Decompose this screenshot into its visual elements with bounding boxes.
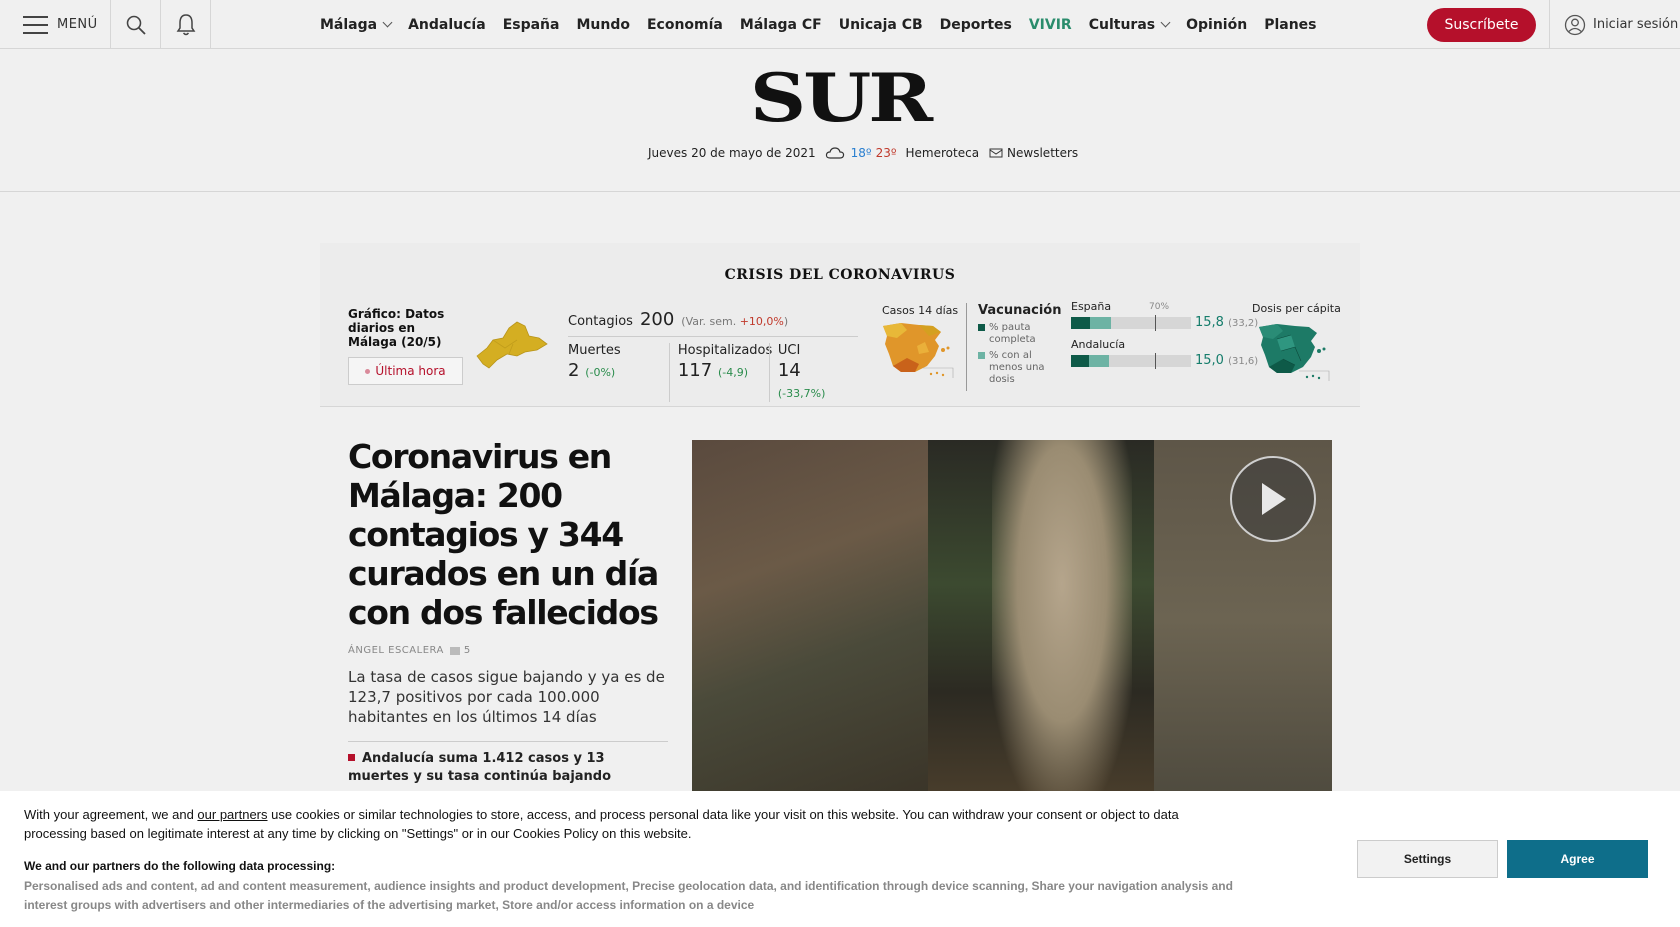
- video-figure: [992, 440, 1132, 800]
- ultima-hora-button[interactable]: Última hora: [348, 357, 463, 385]
- nav-item-planes[interactable]: Planes: [1264, 17, 1316, 33]
- bar-value-espana: 15,8 (33,2): [1195, 315, 1259, 330]
- nav-item-unicaja-cb[interactable]: Unicaja CB: [839, 17, 923, 33]
- nav-item-mundo[interactable]: Mundo: [576, 17, 630, 33]
- hamburger-icon: [23, 15, 48, 34]
- menu-label: MENÚ: [57, 17, 98, 32]
- nav-item-malaga-cf[interactable]: Málaga CF: [740, 17, 822, 33]
- nav-item-malaga[interactable]: Málaga: [320, 17, 393, 33]
- top-navigation-bar: MENÚ Málaga Andalucía España Mundo Econo…: [0, 0, 1680, 49]
- nav-item-espana[interactable]: España: [503, 17, 560, 33]
- muertes-stat: Muertes 2 (-0%): [568, 343, 621, 381]
- envelope-icon: [989, 148, 1003, 158]
- vaccination-bar-andalucia: [1071, 352, 1191, 369]
- spain-cases-map-icon[interactable]: [879, 320, 955, 378]
- temp-max: 23º: [875, 146, 897, 160]
- masthead-subline: Jueves 20 de mayo de 2021 18º 23º Hemero…: [648, 146, 1078, 160]
- malaga-map-icon[interactable]: [473, 318, 548, 370]
- nav-item-culturas[interactable]: Culturas: [1089, 17, 1171, 33]
- notifications-button[interactable]: [161, 0, 211, 49]
- nav-item-vivir[interactable]: VIVIR: [1029, 17, 1072, 33]
- vaccination-divider: [966, 303, 967, 391]
- story-byline: ÁNGEL ESCALERA 5: [348, 645, 471, 656]
- live-dot-icon: [365, 368, 371, 374]
- subscribe-button[interactable]: Suscríbete: [1427, 8, 1536, 42]
- legend-partial-doses: % con al menos una dosis: [978, 350, 1058, 386]
- login-button[interactable]: Iniciar sesión: [1549, 0, 1680, 49]
- sur-logo[interactable]: SUR: [717, 65, 963, 131]
- coronavirus-widget: CRISIS DEL CORONAVIRUS Gráfico: Datos di…: [320, 243, 1360, 407]
- bar-full-andalucia: [1071, 354, 1089, 367]
- covid-widget-title[interactable]: CRISIS DEL CORONAVIRUS: [320, 267, 1360, 283]
- hospitalizados-stat: Hospitalizados 117 (-4,9): [668, 343, 772, 402]
- vaccination-bar-espana: [1071, 314, 1191, 331]
- temp-min: 18º: [850, 146, 872, 160]
- casos-14-dias-label: Casos 14 días: [882, 304, 959, 317]
- cookie-consent-banner: With your agreement, we and our partners…: [0, 791, 1680, 927]
- story-author[interactable]: ÁNGEL ESCALERA: [348, 645, 444, 656]
- cookie-settings-button[interactable]: Settings: [1357, 840, 1498, 878]
- bar-full-espana: [1071, 316, 1090, 329]
- search-button[interactable]: [111, 0, 161, 49]
- story-video[interactable]: [692, 440, 1332, 800]
- chevron-down-icon: [1160, 17, 1171, 28]
- contagios-stat: Contagios 200 (Var. sem. +10,0%): [568, 309, 858, 337]
- story-headline[interactable]: Coronavirus en Málaga: 200 contagios y 3…: [348, 437, 659, 632]
- bell-icon: [176, 13, 195, 35]
- bar-value-andalucia: 15,0 (31,6): [1195, 353, 1259, 368]
- play-icon: [1262, 483, 1286, 515]
- related-story-link[interactable]: Andalucía suma 1.412 casos y 13 muertes …: [348, 741, 668, 786]
- video-frame-left: [692, 440, 928, 800]
- legend-swatch-full: [978, 324, 985, 331]
- bullet-square-icon: [348, 754, 355, 761]
- nav-item-deportes[interactable]: Deportes: [940, 17, 1012, 33]
- bar-label-andalucia: Andalucía: [1071, 338, 1126, 351]
- search-icon: [126, 15, 146, 35]
- cookie-purposes-list: Personalised ads and content, ad and con…: [24, 879, 1233, 912]
- cookie-processing-heading: We and our partners do the following dat…: [24, 859, 336, 873]
- partners-link[interactable]: our partners: [197, 807, 267, 822]
- newsletters-link[interactable]: Newsletters: [1007, 146, 1078, 160]
- hemeroteca-link[interactable]: Hemeroteca: [906, 146, 980, 160]
- nav-item-andalucia[interactable]: Andalucía: [408, 17, 486, 33]
- chevron-down-icon: [382, 17, 393, 28]
- dosis-per-capita-label: Dosis per cápita: [1252, 302, 1341, 315]
- legend-swatch-partial: [978, 352, 985, 359]
- play-button[interactable]: [1230, 456, 1316, 542]
- bar-label-espana: España: [1071, 300, 1112, 313]
- vaccination-block: Vacunación % pauta completa % con al men…: [978, 303, 1062, 386]
- vaccination-bars: España 15,8 (33,2) Andalucía 15,0 (31,6): [1071, 300, 1261, 369]
- vaccination-title: Vacunación: [978, 303, 1062, 318]
- comment-count[interactable]: 5: [464, 645, 471, 656]
- uci-stat: UCI 14 (-33,7%): [768, 343, 858, 402]
- user-icon: [1564, 14, 1586, 35]
- covid-stats: Contagios 200 (Var. sem. +10,0%) Muertes…: [568, 309, 858, 402]
- cloud-icon: [825, 147, 844, 159]
- comment-icon: [449, 646, 460, 655]
- masthead: SUR Jueves 20 de mayo de 2021 18º 23º He…: [0, 49, 1680, 192]
- bar-target-mark: [1155, 352, 1156, 369]
- spain-dose-map-icon[interactable]: [1255, 321, 1330, 381]
- nav-item-opinion[interactable]: Opinión: [1186, 17, 1247, 33]
- cookie-agree-button[interactable]: Agree: [1507, 840, 1648, 878]
- bar-target-mark: [1155, 314, 1156, 331]
- legend-full-doses: % pauta completa: [978, 322, 1058, 346]
- story-summary: La tasa de casos sigue bajando y ya es d…: [348, 668, 665, 726]
- login-label: Iniciar sesión: [1593, 17, 1679, 32]
- grafico-link[interactable]: Gráfico: Datos diarios en Málaga (20/5): [348, 307, 458, 349]
- cookie-consent-text: With your agreement, we and our partners…: [24, 807, 1179, 841]
- nav-item-economia[interactable]: Economía: [647, 17, 723, 33]
- current-date: Jueves 20 de mayo de 2021: [648, 146, 816, 160]
- menu-button[interactable]: MENÚ: [0, 0, 111, 49]
- main-nav: Málaga Andalucía España Mundo Economía M…: [320, 0, 1334, 49]
